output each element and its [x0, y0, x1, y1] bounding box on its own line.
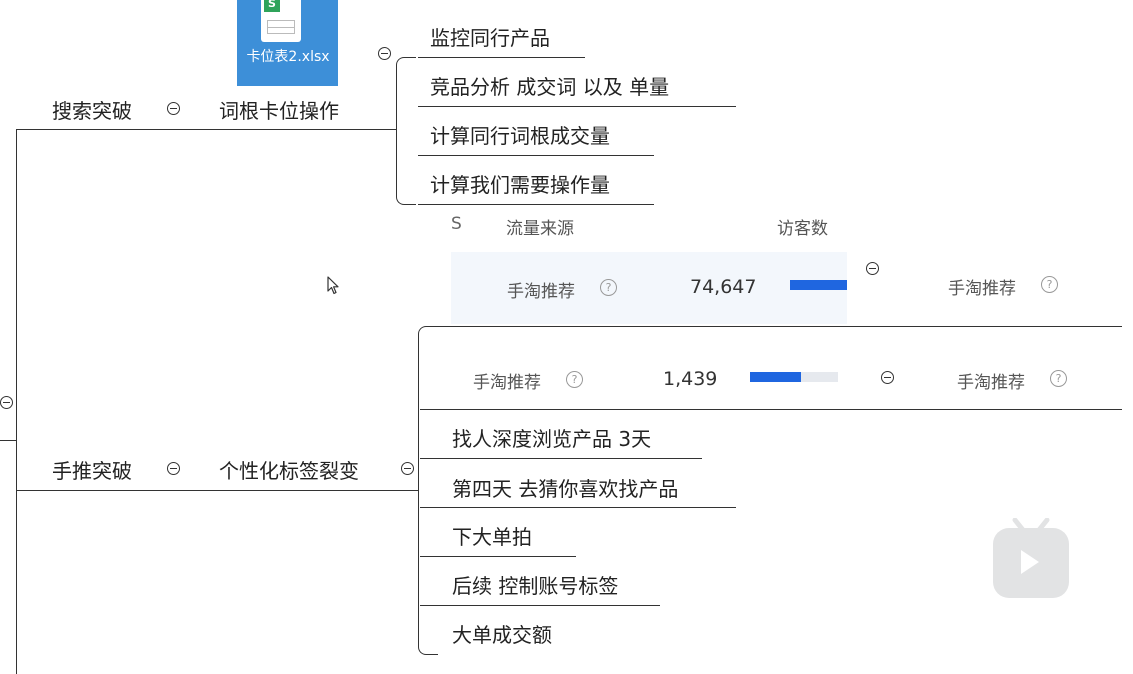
mouse-cursor-icon [327, 276, 339, 295]
traffic-row1-side-label: 手淘推荐 [948, 279, 1016, 299]
branch1-child[interactable]: 词根卡位操作 [219, 99, 339, 123]
file-name: 卡位表2.xlsx [246, 49, 330, 65]
traffic-partial-header: S [451, 214, 462, 234]
leaf-underline [420, 605, 660, 606]
traffic-row2-bottom-line [420, 409, 1122, 410]
leaf-underline [418, 155, 654, 156]
branch2-child-collapse-icon[interactable] [401, 462, 414, 475]
traffic-row1-value: 74,647 [690, 276, 757, 298]
traffic-row1-bar-fill [790, 280, 847, 290]
help-icon[interactable]: ? [566, 371, 583, 388]
play-icon[interactable] [993, 528, 1069, 598]
help-icon[interactable]: ? [600, 279, 617, 296]
traffic-row2-side-label: 手淘推荐 [957, 373, 1025, 393]
branch1-child-collapse-icon[interactable] [378, 47, 391, 60]
root-collapse-icon[interactable] [0, 396, 13, 409]
leaf-underline [420, 507, 736, 508]
traffic-row2-bar [750, 372, 838, 382]
help-icon[interactable]: ? [1050, 370, 1067, 387]
traffic-row1-source: 手淘推荐 [507, 282, 575, 302]
traffic-row2-collapse-icon[interactable] [881, 371, 894, 384]
branch1-leaf-1[interactable]: 监控同行产品 [430, 26, 550, 50]
leaf-underline [420, 458, 702, 459]
branch2-leaf-3[interactable]: 下大单拍 [452, 525, 532, 549]
branch2-line [16, 490, 418, 491]
branch2-label[interactable]: 手推突破 [52, 459, 132, 483]
traffic-visitors-header: 访客数 [777, 219, 828, 239]
traffic-row1-bar [790, 280, 847, 290]
traffic-row2-value: 1,439 [663, 368, 718, 390]
branch2-child[interactable]: 个性化标签裂变 [219, 459, 359, 483]
branch1-leaf-4[interactable]: 计算我们需要操作量 [430, 173, 610, 197]
trunk-line [16, 130, 17, 674]
branch1-leaf-3[interactable]: 计算同行词根成交量 [430, 124, 610, 148]
branch2-leaf-4[interactable]: 后续 控制账号标签 [452, 574, 618, 598]
traffic-row2-source: 手淘推荐 [473, 373, 541, 393]
spreadsheet-grid-icon [267, 20, 295, 34]
leaf-underline [418, 204, 654, 205]
leaf-underline [418, 57, 585, 58]
traffic-source-header: 流量来源 [506, 219, 574, 239]
branch2-leaf-2[interactable]: 第四天 去猜你喜欢找产品 [452, 477, 678, 501]
trunk-stub [0, 440, 16, 441]
traffic-row1-collapse-icon[interactable] [866, 262, 879, 275]
play-icon-ears [1012, 518, 1050, 532]
branch1-leaf-2[interactable]: 竞品分析 成交词 以及 单量 [430, 75, 669, 99]
help-icon[interactable]: ? [1041, 276, 1058, 293]
branch2-leaf-1[interactable]: 找人深度浏览产品 3天 [452, 427, 651, 451]
branch1-collapse-icon[interactable] [167, 102, 180, 115]
leaf-underline [418, 106, 736, 107]
leaf-underline [420, 556, 576, 557]
traffic-row2-bar-fill [750, 372, 802, 382]
branch2-collapse-icon[interactable] [167, 462, 180, 475]
spreadsheet-badge: S [264, 0, 280, 12]
branch1-bracket [396, 57, 416, 205]
branch1-label[interactable]: 搜索突破 [52, 99, 132, 123]
branch1-line [16, 129, 396, 130]
traffic-row2-top-line [430, 326, 1122, 327]
spreadsheet-icon: S [261, 0, 301, 42]
branch2-leaf-5[interactable]: 大单成交额 [452, 623, 552, 647]
